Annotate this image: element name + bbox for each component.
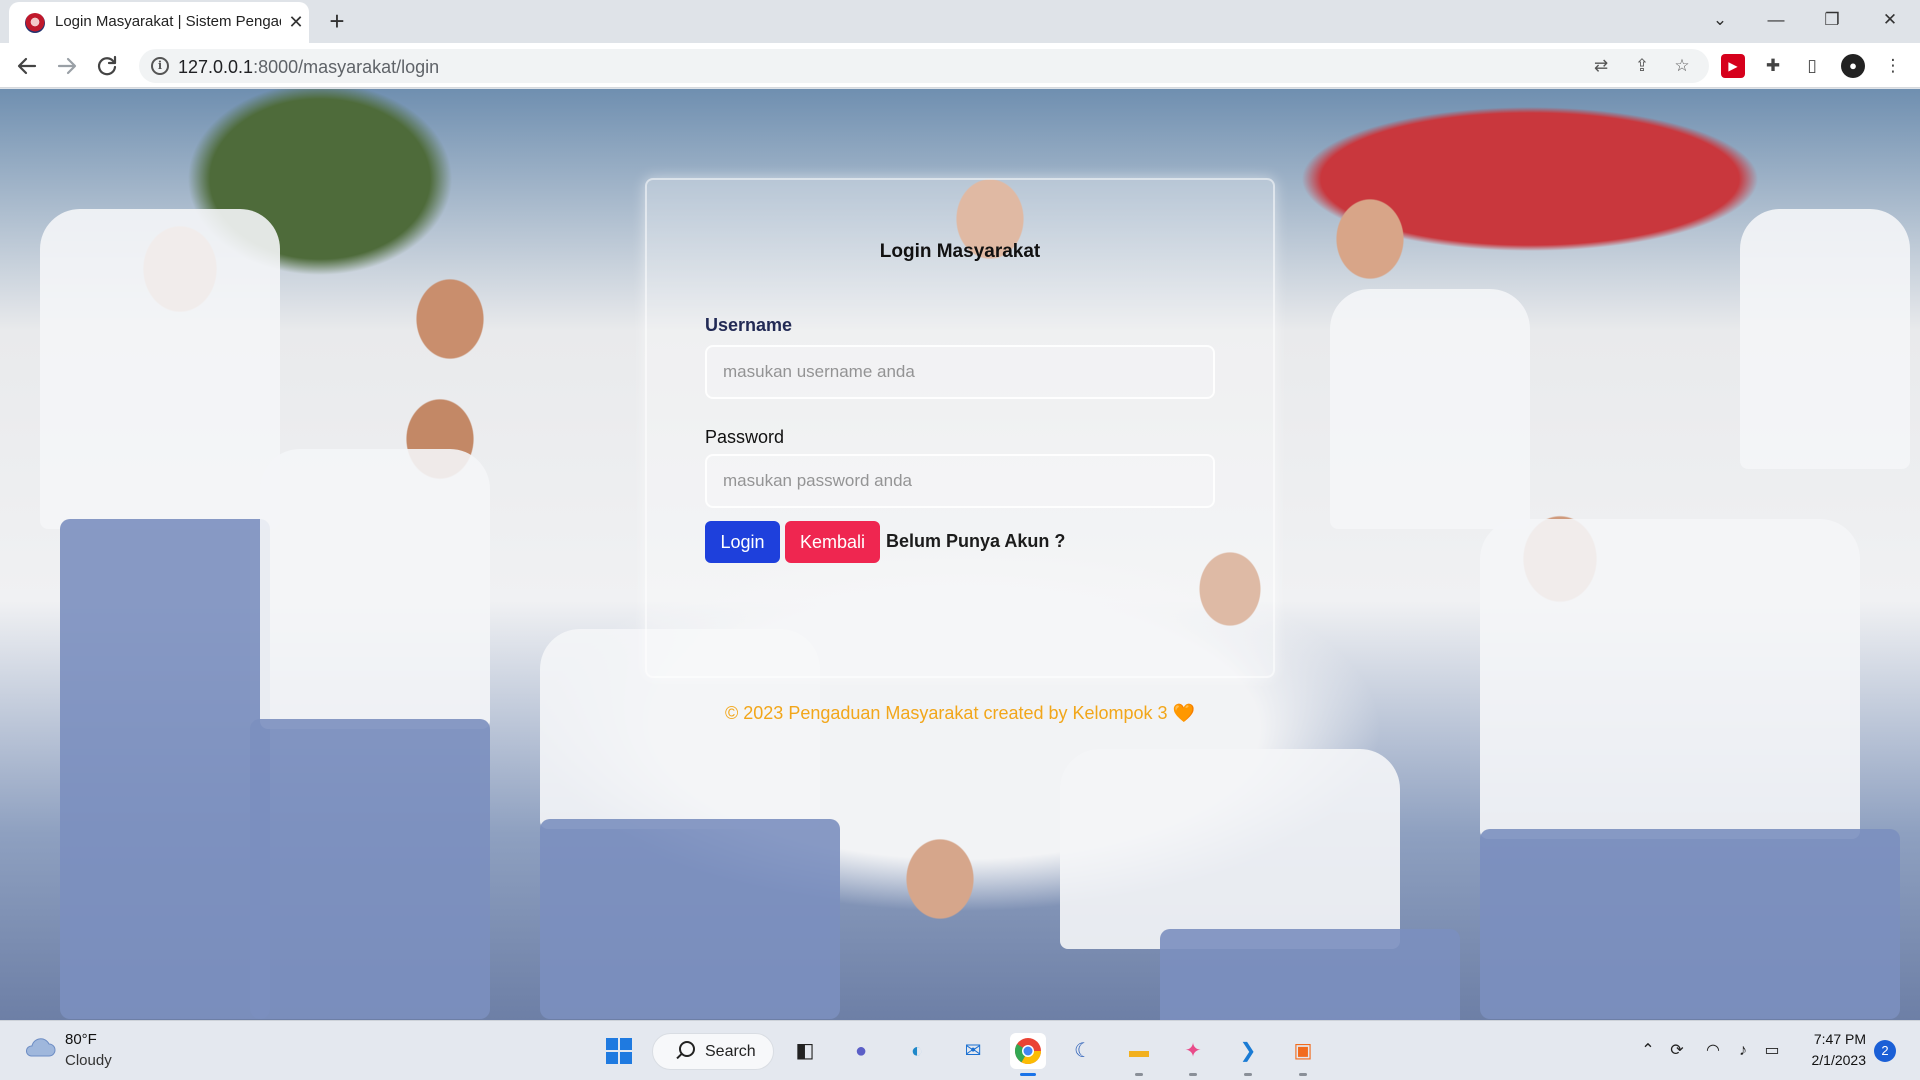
browser-tab-bar: Login Masyarakat | Sistem Pengaduan ✕ + … — [0, 0, 1920, 43]
background-photo-figure — [1480, 519, 1860, 839]
background-photo-figure — [1480, 829, 1900, 1019]
username-label: Username — [705, 315, 793, 335]
open-app-indicator — [1299, 1073, 1307, 1076]
username-input[interactable] — [705, 345, 1215, 399]
url-text: 127.0.0.1:8000/masyarakat/login — [178, 57, 440, 77]
task-view-icon[interactable]: ◧ — [787, 1033, 823, 1069]
close-window-button[interactable]: ✕ — [1870, 4, 1910, 36]
app-icon[interactable]: ☾ — [1065, 1033, 1101, 1069]
app-icon[interactable]: ▣ — [1285, 1033, 1321, 1069]
search-icon — [679, 1041, 695, 1057]
footer-credit: © 2023 Pengaduan Masyarakat created by K… — [725, 703, 1195, 723]
browser-toolbar: i 127.0.0.1:8000/masyarakat/login ⇄ ⇪ ☆ … — [0, 43, 1920, 88]
address-bar[interactable]: i 127.0.0.1:8000/masyarakat/login ⇄ ⇪ ☆ — [139, 49, 1709, 83]
password-input[interactable] — [705, 454, 1215, 508]
search-label: Search — [705, 1043, 756, 1060]
chrome-icon[interactable] — [1010, 1033, 1046, 1069]
background-photo-figure — [250, 719, 490, 1019]
vscode-icon[interactable]: ❯ — [1230, 1033, 1266, 1069]
reload-icon[interactable] — [91, 50, 123, 82]
page-title: Login Masyarakat — [879, 241, 1041, 262]
tab-search-icon[interactable]: ⌄ — [1700, 4, 1740, 36]
puzzle-extensions-icon[interactable]: ✚ — [1761, 54, 1785, 78]
register-link[interactable]: Belum Punya Akun ? — [886, 531, 1065, 552]
site-favicon-icon — [25, 13, 45, 33]
site-info-icon[interactable]: i — [151, 57, 169, 75]
tab-close-icon[interactable]: ✕ — [285, 11, 307, 33]
start-icon[interactable] — [601, 1033, 637, 1069]
wifi-icon[interactable]: ◠ — [1701, 1039, 1725, 1063]
youtube-extension-icon[interactable]: ▶ — [1721, 54, 1745, 78]
background-photo-figure — [540, 819, 840, 1019]
clock-date[interactable]: 2/1/2023 — [1806, 1052, 1867, 1068]
app-icon[interactable]: ✦ — [1175, 1033, 1211, 1069]
background-photo-figure — [1330, 289, 1530, 529]
edge-icon[interactable]: ◐ — [899, 1033, 935, 1069]
tab-title: Login Masyarakat | Sistem Pengaduan — [55, 13, 281, 30]
bookmark-star-icon[interactable]: ☆ — [1669, 54, 1695, 78]
open-app-indicator — [1189, 1073, 1197, 1076]
background-photo-figure — [1160, 929, 1460, 1020]
menu-more-icon[interactable]: ⋮ — [1881, 54, 1905, 78]
cloud-icon[interactable] — [22, 1035, 56, 1059]
profile-avatar-icon[interactable]: ● — [1841, 54, 1865, 78]
page-viewport: Login Masyarakat Username Password Login… — [0, 89, 1920, 1020]
minimize-button[interactable]: — — [1756, 4, 1796, 36]
mail-icon[interactable]: ✉ — [955, 1033, 991, 1069]
active-app-indicator — [1020, 1073, 1036, 1076]
teams-chat-icon[interactable]: ● — [843, 1033, 879, 1069]
battery-icon[interactable]: ▭ — [1760, 1039, 1784, 1063]
windows-taskbar: 80°F Cloudy Search ◧ ● ◐ ✉ ☾ ▬ ✦ ❯ ▣ ⌃ ⟳… — [0, 1020, 1920, 1080]
browser-tab[interactable]: Login Masyarakat | Sistem Pengaduan ✕ — [9, 2, 309, 43]
translate-icon[interactable]: ⇄ — [1588, 54, 1614, 78]
login-button[interactable]: Login — [705, 521, 780, 563]
maximize-button[interactable]: ❐ — [1812, 4, 1852, 36]
open-app-indicator — [1244, 1073, 1252, 1076]
weather-temperature[interactable]: 80°F — [65, 1031, 97, 1048]
taskbar-search[interactable]: Search — [652, 1033, 774, 1070]
background-photo-figure — [1060, 749, 1400, 949]
volume-icon[interactable]: ♪ — [1731, 1039, 1755, 1063]
open-app-indicator — [1135, 1073, 1143, 1076]
side-panel-icon[interactable]: ▯ — [1800, 54, 1824, 78]
forward-icon[interactable] — [51, 50, 83, 82]
chevron-up-icon[interactable]: ⌃ — [1636, 1039, 1660, 1063]
background-photo-figure — [60, 519, 270, 1019]
back-icon[interactable] — [11, 50, 43, 82]
password-label: Password — [705, 427, 785, 447]
share-icon[interactable]: ⇪ — [1629, 54, 1655, 78]
new-tab-button[interactable]: + — [322, 6, 352, 36]
weather-description[interactable]: Cloudy — [65, 1052, 112, 1069]
clock-time[interactable]: 7:47 PM — [1806, 1031, 1866, 1047]
background-photo-figure — [260, 449, 490, 729]
back-button[interactable]: Kembali — [785, 521, 880, 563]
notification-badge[interactable]: 2 — [1874, 1040, 1896, 1062]
sync-icon[interactable]: ⟳ — [1665, 1039, 1689, 1063]
file-explorer-icon[interactable]: ▬ — [1121, 1033, 1157, 1069]
